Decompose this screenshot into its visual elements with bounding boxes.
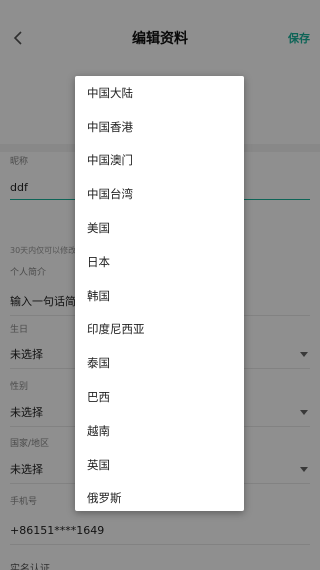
region-option[interactable]: 韩国 — [75, 279, 244, 313]
region-option[interactable]: 泰国 — [75, 346, 244, 380]
region-option[interactable]: 中国澳门 — [75, 144, 244, 178]
region-option[interactable]: 日本 — [75, 245, 244, 279]
region-option[interactable]: 英国 — [75, 448, 244, 482]
region-option[interactable]: 中国台湾 — [75, 177, 244, 211]
region-option[interactable]: 印度尼西亚 — [75, 313, 244, 347]
region-option[interactable]: 中国大陆 — [75, 76, 244, 110]
region-option[interactable]: 美国 — [75, 211, 244, 245]
region-option[interactable]: 巴西 — [75, 380, 244, 414]
region-option[interactable]: 中国香港 — [75, 110, 244, 144]
region-options-list: 中国大陆 中国香港 中国澳门 中国台湾 美国 日本 韩国 印度尼西亚 泰国 巴西 越南 英国 俄罗斯 — [75, 76, 244, 511]
region-option[interactable]: 俄罗斯 — [75, 482, 244, 511]
edit-profile-screen: 10:01 编辑资料 保存 昵称 ddf 30天内仅可以修改 个人简介 输入一句… — [0, 0, 320, 570]
region-dropdown: 中国大陆 中国香港 中国澳门 中国台湾 美国 日本 韩国 印度尼西亚 泰国 巴西 越南 英国 俄罗斯 — [75, 76, 244, 511]
region-option[interactable]: 越南 — [75, 414, 244, 448]
